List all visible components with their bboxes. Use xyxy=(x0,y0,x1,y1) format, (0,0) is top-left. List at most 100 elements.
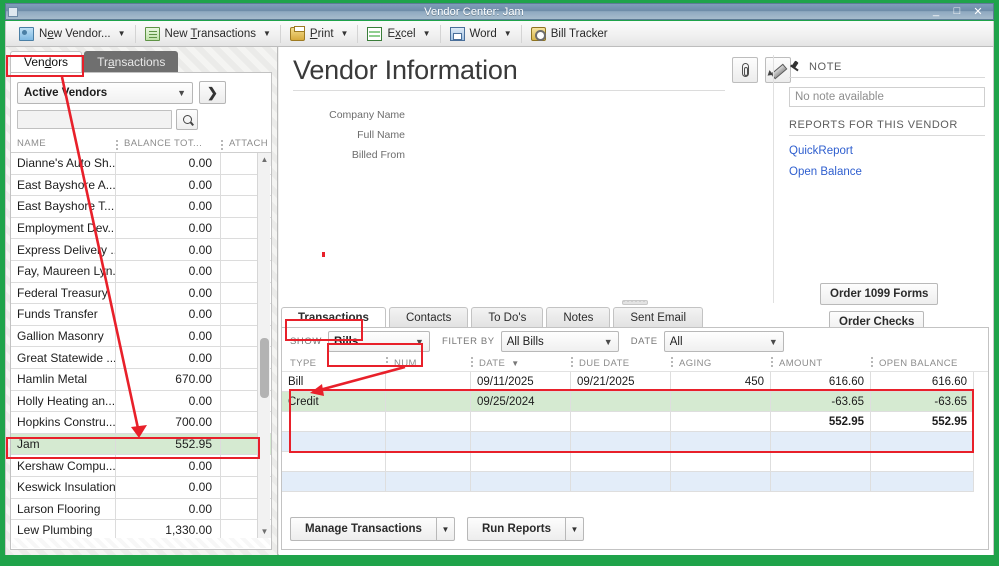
expand-pane-button[interactable]: ❯ xyxy=(199,81,226,104)
scroll-down-icon[interactable]: ▼ xyxy=(258,525,271,538)
tx-cell-aging xyxy=(671,392,771,412)
vendor-list-row[interactable]: East Bayshore T... 0.00 xyxy=(11,196,271,218)
vendor-list-row[interactable]: Express Delivery ... 0.00 xyxy=(11,239,271,261)
manage-transactions-button[interactable]: Manage Transactions ▼ xyxy=(290,517,455,541)
bottom-tab-sent-email[interactable]: Sent Email xyxy=(613,307,703,327)
vendor-list-row[interactable]: Dianne's Auto Sh... 0.00 xyxy=(11,153,271,175)
chevron-down-icon[interactable]: ▼ xyxy=(341,29,349,38)
transaction-row[interactable] xyxy=(282,452,988,472)
date-label: DATE xyxy=(630,336,658,347)
date-select[interactable]: All ▼ xyxy=(663,331,784,352)
chevron-down-icon[interactable]: ▼ xyxy=(263,29,271,38)
edit-button[interactable] xyxy=(765,57,791,83)
run-reports-button[interactable]: Run Reports ▼ xyxy=(466,517,584,541)
chevron-down-icon[interactable]: ▼ xyxy=(504,29,512,38)
column-grip-icon[interactable] xyxy=(221,140,223,151)
column-grip-icon[interactable] xyxy=(771,356,773,368)
column-grip-icon[interactable] xyxy=(386,356,388,368)
vendor-list-row[interactable]: Keswick Insulation 0.00 xyxy=(11,476,271,499)
tx-column-label: NUM xyxy=(394,357,417,369)
vendor-list-scrollbar[interactable]: ▲ ▼ xyxy=(257,153,271,538)
column-grip-icon[interactable] xyxy=(871,356,873,368)
toolbar-excel[interactable]: Excel ▼ xyxy=(361,23,436,45)
chevron-down-icon[interactable]: ▼ xyxy=(564,517,584,541)
pane-splitter[interactable] xyxy=(281,299,989,307)
vendor-list-row[interactable]: Federal Treasury 0.00 xyxy=(11,282,271,305)
bottom-tab-to-do-s[interactable]: To Do's xyxy=(471,307,544,327)
vendor-list-row[interactable]: Larson Flooring 0.00 xyxy=(11,498,271,521)
scroll-up-icon[interactable]: ▲ xyxy=(258,153,271,166)
vendor-list-row[interactable]: Gallion Masonry 0.00 xyxy=(11,325,271,348)
column-grip-icon[interactable] xyxy=(571,356,573,368)
toolbar-bill-tracker[interactable]: Bill Tracker xyxy=(525,23,614,45)
vendor-list-row[interactable]: Hopkins Constru... 700.00 xyxy=(11,412,271,434)
column-header-balance[interactable]: BALANCE TOT... xyxy=(116,138,221,151)
filter-by-select[interactable]: All Bills ▼ xyxy=(500,331,619,352)
search-input[interactable] xyxy=(17,110,172,129)
vendor-list-row[interactable]: Jam 552.95 xyxy=(11,433,271,456)
transaction-row[interactable]: Credit 09/25/2024 -63.65 -63.65 xyxy=(282,392,988,412)
column-header-name[interactable]: NAME xyxy=(11,138,116,149)
vendor-balance-cell: 0.00 xyxy=(116,196,221,217)
chevron-down-icon[interactable]: ▼ xyxy=(435,517,455,541)
toolbar-print[interactable]: Print ▼ xyxy=(284,23,355,45)
column-header-attach[interactable]: ATTACH xyxy=(221,138,271,151)
transaction-row[interactable] xyxy=(282,432,988,452)
filter-by-select-value: All Bills xyxy=(506,335,544,348)
column-grip-icon[interactable] xyxy=(116,140,118,151)
tx-cell-type xyxy=(282,472,386,492)
toolbar-word[interactable]: Word ▼ xyxy=(444,23,518,45)
transaction-row[interactable]: Bill 09/11/2025 09/21/2025 450 616.60 616.60 xyxy=(282,372,988,392)
chevron-down-icon[interactable]: ▼ xyxy=(423,29,431,38)
transactions-table-body[interactable]: Bill 09/11/2025 09/21/2025 450 616.60 616.60 C… xyxy=(282,372,988,492)
vendor-list-row[interactable]: Lew Plumbing 1,330.00 xyxy=(11,520,271,538)
column-grip-icon[interactable] xyxy=(671,356,673,368)
tx-column-header-due-date[interactable]: DUE DATE xyxy=(571,355,671,372)
tx-column-header-aging[interactable]: AGING xyxy=(671,355,771,372)
vendor-list-row[interactable]: Holly Heating an... 0.00 xyxy=(11,390,271,413)
scrollbar-thumb[interactable] xyxy=(260,338,269,398)
toolbar-new-vendor[interactable]: New Vendor... ▼ xyxy=(13,23,132,45)
vendor-list-row[interactable]: East Bayshore A... 0.00 xyxy=(11,174,271,197)
tx-column-header-date[interactable]: DATE ▼ xyxy=(471,355,571,372)
toolbar-new-transactions[interactable]: New Transactions ▼ xyxy=(139,23,277,45)
column-grip-icon[interactable] xyxy=(471,356,473,368)
page-title: Vendor Information xyxy=(293,55,518,85)
tab-vendors[interactable]: Ven d ors xyxy=(10,51,83,72)
vendor-name-cell: East Bayshore A... xyxy=(11,174,116,196)
minimize-icon[interactable]: _ xyxy=(930,5,942,18)
tab-transactions[interactable]: Tr a nsactions xyxy=(84,51,179,72)
vendor-name-cell: Kershaw Compu... xyxy=(11,455,116,476)
bottom-tab-contacts[interactable]: Contacts xyxy=(388,307,469,327)
vendor-list-row[interactable]: Fay, Maureen Lyn... 0.00 xyxy=(11,260,271,283)
vendor-list-row[interactable]: Employment Dev... 0.00 xyxy=(11,217,271,240)
close-icon[interactable]: ✕ xyxy=(972,5,984,18)
vendor-list-row[interactable]: Great Statewide ... 0.00 xyxy=(11,347,271,369)
bottom-tab-transactions[interactable]: Transactions xyxy=(281,307,386,327)
show-select-value: Bills xyxy=(333,335,359,348)
pin-icon xyxy=(789,61,801,73)
tx-column-header-amount[interactable]: AMOUNT xyxy=(771,355,871,372)
vendor-list-row[interactable]: Hamlin Metal 670.00 xyxy=(11,368,271,391)
sort-chevron-down-icon[interactable]: ▼ xyxy=(511,359,519,368)
bottom-tab-notes[interactable]: Notes xyxy=(546,307,611,327)
link-open-balance[interactable]: Open Balance xyxy=(789,166,985,178)
note-value[interactable]: No note available xyxy=(789,87,985,107)
transaction-row[interactable] xyxy=(282,472,988,492)
tx-column-header-type[interactable]: TYPE xyxy=(282,355,386,372)
window-system-icon[interactable] xyxy=(8,6,18,17)
chevron-down-icon[interactable]: ▼ xyxy=(118,29,126,38)
tx-column-header-open-balance[interactable]: OPEN BALANCE xyxy=(871,355,974,372)
vendor-list-row[interactable]: Funds Transfer 0.00 xyxy=(11,304,271,326)
link-quickreport[interactable]: QuickReport xyxy=(789,145,985,157)
vendor-list-row[interactable]: Kershaw Compu... 0.00 xyxy=(11,455,271,477)
show-select[interactable]: Bills ▼ xyxy=(327,331,430,352)
splitter-grip-icon[interactable] xyxy=(622,300,648,305)
maximize-icon[interactable]: □ xyxy=(951,5,963,18)
transaction-row[interactable]: 552.95 552.95 xyxy=(282,412,988,432)
vendor-list-body[interactable]: Dianne's Auto Sh... 0.00 East Bayshore A..… xyxy=(11,153,271,538)
search-button[interactable] xyxy=(176,109,198,130)
active-vendors-select[interactable]: Active Vendors ▼ xyxy=(17,81,193,104)
tx-column-header-num[interactable]: NUM xyxy=(386,355,471,372)
attach-button[interactable] xyxy=(732,57,758,83)
